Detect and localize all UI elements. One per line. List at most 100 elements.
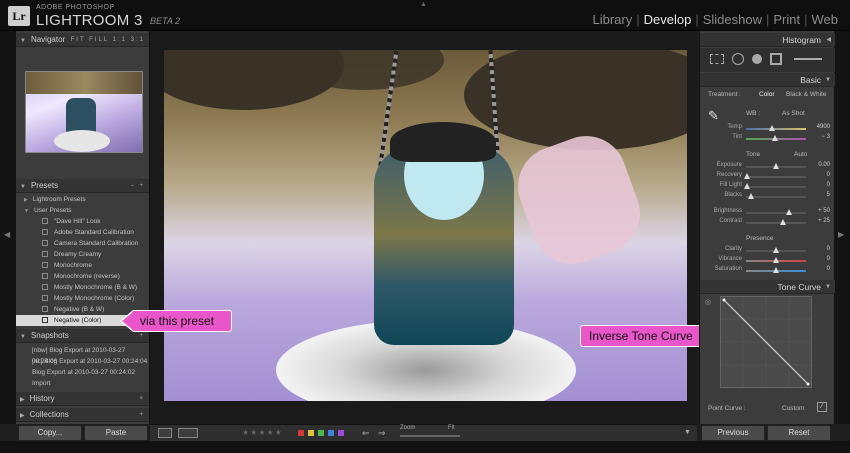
- tone-curve-header[interactable]: Tone Curve ▼: [700, 280, 835, 294]
- collections-add-icon[interactable]: +: [139, 408, 145, 422]
- contrast-slider[interactable]: [746, 219, 806, 225]
- tone-curve-graph[interactable]: [720, 296, 812, 388]
- reset-button[interactable]: Reset: [767, 425, 831, 441]
- preset-item[interactable]: Monochrome: [16, 260, 150, 271]
- preset-folder-lightroom[interactable]: ▶ Lightroom Presets: [16, 194, 150, 205]
- red-eye-icon[interactable]: [752, 54, 762, 64]
- color-label-yellow[interactable]: [308, 430, 314, 436]
- presets-add-remove-icon[interactable]: − +: [130, 179, 145, 193]
- preset-item[interactable]: Adobe Standard Calibration: [16, 227, 150, 238]
- point-curve-value[interactable]: Custom: [782, 405, 804, 412]
- recovery-value[interactable]: 0: [810, 172, 830, 178]
- snapshot-item[interactable]: Import: [16, 378, 150, 389]
- slider-knob-icon[interactable]: [744, 183, 750, 189]
- slider-knob-icon[interactable]: [744, 173, 750, 179]
- collections-header[interactable]: ▶ Collections +: [16, 408, 149, 422]
- preset-item[interactable]: Monochrome (reverse): [16, 271, 150, 282]
- tint-value[interactable]: − 3: [810, 134, 830, 140]
- snapshot-item[interactable]: Blog Export at 2010-03-27 00:24:02: [16, 367, 150, 378]
- color-label-green[interactable]: [318, 430, 324, 436]
- temp-slider[interactable]: [746, 125, 806, 131]
- slider-knob-icon[interactable]: [773, 267, 779, 273]
- fill-light-slider[interactable]: [744, 183, 806, 189]
- preset-item[interactable]: Mostly Monochrome (Color): [16, 293, 150, 304]
- color-label-blue[interactable]: [328, 430, 334, 436]
- module-slideshow[interactable]: Slideshow: [699, 12, 766, 27]
- tone-auto-button[interactable]: Auto: [794, 151, 807, 158]
- crop-tool-icon[interactable]: [710, 54, 724, 64]
- histogram-header[interactable]: Histogram ◀: [700, 33, 835, 47]
- adjustment-brush-icon[interactable]: [794, 58, 822, 60]
- slider-knob-icon[interactable]: [773, 247, 779, 253]
- arrow-left-icon[interactable]: ⇐: [362, 428, 370, 439]
- snapshot-item[interactable]: [nbw] Blog Export at 2010-03-27 00:24:06: [16, 345, 150, 365]
- navigator-header[interactable]: ▼ Navigator FIT FILL 1:1 3:1: [16, 33, 149, 47]
- snapshot-item[interactable]: [nc] Blog Export at 2010-03-27 00:24:04: [16, 356, 150, 367]
- contrast-value[interactable]: + 25: [810, 218, 830, 224]
- before-after-icon[interactable]: [178, 428, 198, 438]
- color-label-red[interactable]: [298, 430, 304, 436]
- module-web[interactable]: Web: [808, 12, 843, 27]
- module-library[interactable]: Library: [588, 12, 636, 27]
- curve-target-icon[interactable]: ◎: [705, 298, 711, 306]
- exposure-value[interactable]: 0.00: [810, 162, 830, 168]
- module-develop[interactable]: Develop: [640, 12, 696, 27]
- exposure-slider[interactable]: [746, 163, 806, 169]
- slider-knob-icon[interactable]: [773, 257, 779, 263]
- module-print[interactable]: Print: [769, 12, 804, 27]
- slider-knob-icon[interactable]: [772, 135, 778, 141]
- loupe-view-icon[interactable]: [158, 428, 172, 438]
- arrow-right-icon[interactable]: ⇒: [378, 428, 386, 439]
- recovery-slider[interactable]: [744, 173, 806, 179]
- vibrance-value[interactable]: 0: [810, 256, 830, 262]
- right-edge-strip: [834, 31, 850, 424]
- tint-slider[interactable]: [746, 135, 806, 141]
- paste-button[interactable]: Paste: [84, 425, 148, 441]
- blacks-slider[interactable]: [746, 193, 806, 199]
- zoom-slider[interactable]: [400, 435, 460, 437]
- previous-button[interactable]: Previous: [701, 425, 765, 441]
- toolbar-menu-icon[interactable]: ▼: [684, 429, 691, 436]
- brightness-slider[interactable]: [746, 209, 806, 215]
- color-label-purple[interactable]: [338, 430, 344, 436]
- treatment-color-option[interactable]: Color: [759, 91, 775, 98]
- preset-item[interactable]: "Dave Hill" Look: [16, 216, 150, 227]
- right-panel-toggle-icon[interactable]: ▶: [838, 230, 844, 239]
- slider-knob-icon[interactable]: [773, 163, 779, 169]
- temp-value[interactable]: 4900: [810, 124, 830, 130]
- graduated-filter-icon[interactable]: [770, 53, 782, 65]
- wb-value[interactable]: As Shot: [782, 110, 805, 117]
- blacks-value[interactable]: 5: [810, 192, 830, 198]
- eyedropper-icon[interactable]: ✎: [708, 109, 722, 123]
- snapshots-header[interactable]: ▼ Snapshots +: [16, 329, 149, 343]
- preset-item[interactable]: Camera Standard Calibration: [16, 238, 150, 249]
- saturation-value[interactable]: 0: [810, 266, 830, 272]
- treatment-bw-option[interactable]: Black & White: [786, 91, 826, 98]
- top-panel-toggle-icon[interactable]: ▲: [420, 1, 427, 8]
- fill-light-value[interactable]: 0: [810, 182, 830, 188]
- brightness-value[interactable]: + 50: [810, 208, 830, 214]
- rating-stars[interactable]: ★★★★★: [242, 428, 283, 437]
- preset-item[interactable]: Mostly Monochrome (B & W): [16, 282, 150, 293]
- wb-label: WB :: [746, 110, 761, 117]
- history-header[interactable]: ▶ History ×: [16, 392, 149, 406]
- copy-button[interactable]: Copy...: [18, 425, 82, 441]
- clarity-slider[interactable]: [746, 247, 806, 253]
- history-clear-icon[interactable]: ×: [139, 392, 145, 406]
- left-panel-toggle-icon[interactable]: ◀: [4, 230, 10, 239]
- slider-knob-icon[interactable]: [769, 125, 775, 131]
- basic-header[interactable]: Basic ▼: [700, 73, 835, 87]
- saturation-slider[interactable]: [746, 267, 806, 273]
- navigator-thumbnail[interactable]: [25, 71, 143, 153]
- vibrance-slider[interactable]: [746, 257, 806, 263]
- clarity-value[interactable]: 0: [810, 246, 830, 252]
- curve-edit-icon[interactable]: ⁄: [817, 402, 827, 412]
- slider-knob-icon[interactable]: [780, 219, 786, 225]
- slider-knob-icon[interactable]: [748, 193, 754, 199]
- preset-folder-user[interactable]: ▼ User Presets: [16, 205, 150, 216]
- spot-removal-icon[interactable]: [732, 53, 744, 65]
- slider-knob-icon[interactable]: [786, 209, 792, 215]
- presets-header[interactable]: ▼ Presets − +: [16, 179, 149, 193]
- preset-item[interactable]: Dreamy Creamy: [16, 249, 150, 260]
- photo-preview[interactable]: [164, 50, 687, 401]
